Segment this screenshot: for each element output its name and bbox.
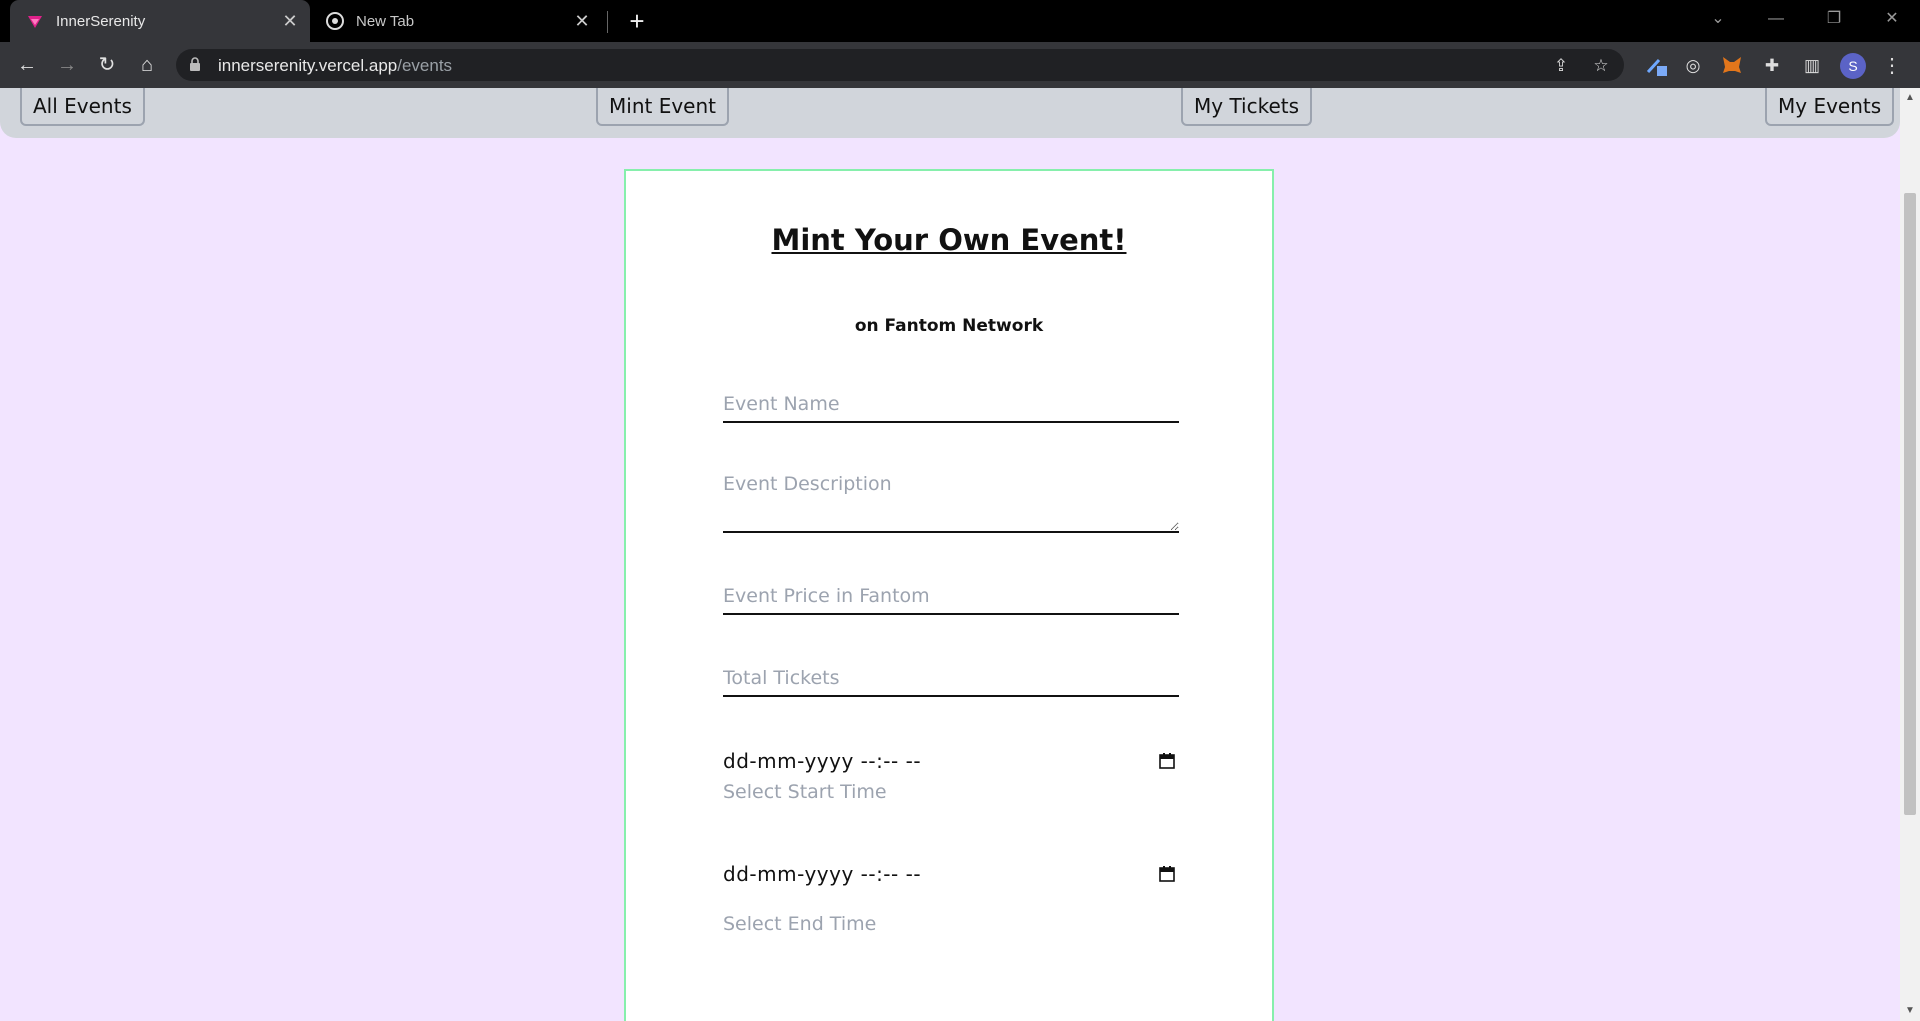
scroll-thumb[interactable] <box>1904 193 1916 815</box>
url-text: innerserenity.vercel.app/events <box>218 56 452 76</box>
page-viewport: All Events Mint Event My Tickets My Even… <box>0 88 1900 1021</box>
event-name-input[interactable] <box>723 393 1179 423</box>
target-extension-icon[interactable]: ◎ <box>1681 54 1705 78</box>
home-icon[interactable]: ⌂ <box>132 50 162 80</box>
bookmark-star-icon[interactable]: ☆ <box>1590 55 1612 77</box>
browser-toolbar: ← → ↻ ⌂ innerserenity.vercel.app/events … <box>0 42 1920 88</box>
scroll-down-icon[interactable]: ▼ <box>1904 1005 1916 1017</box>
event-price-input[interactable] <box>723 585 1179 615</box>
share-icon[interactable]: ⇪ <box>1550 55 1572 77</box>
url-host: innerserenity.vercel.app <box>218 56 398 75</box>
scroll-up-icon[interactable]: ▲ <box>1904 92 1916 104</box>
tab-new-tab[interactable]: New Tab ✕ <box>318 0 602 42</box>
tab-search-icon[interactable]: ⌄ <box>1694 0 1742 40</box>
innerserenity-favicon-icon <box>28 16 42 28</box>
close-tab-icon[interactable]: ✕ <box>572 11 592 32</box>
metamask-fox-icon[interactable] <box>1720 54 1744 78</box>
nav-mint-event[interactable]: Mint Event <box>596 88 729 126</box>
nav-all-events[interactable]: All Events <box>20 88 145 126</box>
end-datetime-input[interactable]: dd-mm-yyyy --:-- -- <box>723 862 1179 890</box>
address-bar[interactable]: innerserenity.vercel.app/events ⇪ ☆ <box>176 49 1624 81</box>
restore-icon[interactable]: ❐ <box>1810 0 1858 40</box>
start-time-hint: Select Start Time <box>723 781 887 803</box>
calendar-icon[interactable] <box>1159 753 1175 769</box>
page-scrollbar[interactable]: ▲ ▼ <box>1900 88 1920 1021</box>
end-time-hint: Select End Time <box>723 913 877 935</box>
start-datetime-input[interactable]: dd-mm-yyyy --:-- -- <box>723 749 1179 777</box>
mint-event-form-card: Mint Your Own Event! on Fantom Network d… <box>624 169 1274 1021</box>
browser-menu-icon[interactable]: ⋮ <box>1882 54 1902 78</box>
reload-icon[interactable]: ↻ <box>92 50 122 80</box>
profile-avatar[interactable]: S <box>1840 53 1866 79</box>
calendar-icon[interactable] <box>1159 866 1175 882</box>
lock-icon <box>190 57 200 71</box>
extension-pin-icon[interactable] <box>1645 54 1669 78</box>
extensions-puzzle-icon[interactable]: ✚ <box>1760 54 1784 78</box>
url-path: /events <box>397 56 453 75</box>
form-title: Mint Your Own Event! <box>771 223 1127 257</box>
event-description-textarea[interactable] <box>723 471 1179 533</box>
side-panel-icon[interactable]: ▥ <box>1800 54 1824 78</box>
tab-separator <box>607 11 608 33</box>
chrome-favicon-icon <box>326 12 344 30</box>
tab-innerserenity[interactable]: InnerSerenity ✕ <box>10 0 310 42</box>
form-subtitle: on Fantom Network <box>854 316 1044 336</box>
tab-title: New Tab <box>356 12 415 30</box>
total-tickets-input[interactable] <box>723 667 1179 697</box>
close-tab-icon[interactable]: ✕ <box>280 11 300 32</box>
start-datetime-value: dd-mm-yyyy --:-- -- <box>723 749 922 773</box>
forward-icon[interactable]: → <box>52 50 82 80</box>
nav-my-tickets[interactable]: My Tickets <box>1181 88 1313 126</box>
browser-tab-strip: InnerSerenity ✕ New Tab ✕ + ⌄ — ❐ ✕ <box>0 0 1920 42</box>
nav-my-events[interactable]: My Events <box>1765 88 1895 126</box>
minimize-icon[interactable]: — <box>1752 0 1800 40</box>
window-close-icon[interactable]: ✕ <box>1868 0 1916 40</box>
end-datetime-value: dd-mm-yyyy --:-- -- <box>723 862 922 886</box>
new-tab-button[interactable]: + <box>622 6 652 36</box>
site-navbar: All Events Mint Event My Tickets My Even… <box>0 88 1900 138</box>
back-icon[interactable]: ← <box>12 50 42 80</box>
tab-title: InnerSerenity <box>56 12 146 30</box>
